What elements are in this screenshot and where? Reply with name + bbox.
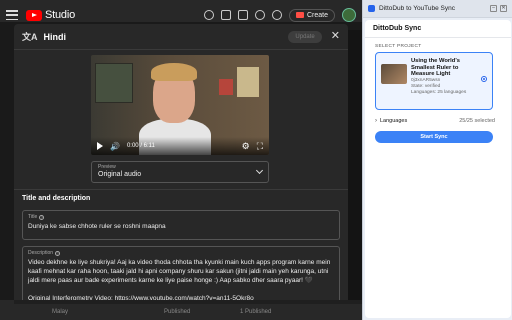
title-field-value[interactable]: Duniya ke sabse chhote ruler se roshni m… [28,222,334,231]
video-poster [237,67,259,97]
close-window-icon[interactable]: ✕ [500,5,507,12]
translation-dialog: 文A Hindi Update ✕ 🔊 0:00 / 6:11 ⚙ ⛶ Prev… [14,24,348,300]
project-thumbnail [381,64,407,84]
video-player[interactable]: 🔊 0:00 / 6:11 ⚙ ⛶ [91,55,269,155]
studio-footer-row: Malay Published 1 Published [0,304,362,320]
fullscreen-icon[interactable]: ⛶ [257,141,263,152]
languages-row[interactable]: › Languages 25/25 selected [375,116,495,126]
section-title: Title and description [22,195,91,202]
project-languages: Languages: 25 languages [411,89,467,95]
close-icon[interactable]: ✕ [331,31,340,42]
create-button-label: Create [306,11,328,19]
section-divider [14,189,348,190]
project-radio[interactable] [481,76,487,82]
extension-header: DittoDub Sync [365,20,511,38]
avatar[interactable] [342,8,356,22]
volume-icon[interactable]: 🔊 [110,142,120,151]
youtube-logo-icon [26,9,42,21]
gear-icon[interactable]: ⚙ [242,141,250,152]
description-field-label-row: Description ? [28,250,334,256]
extension-titlebar: DittoDub to YouTube Sync – ✕ [363,0,512,18]
footer-published: 1 Published [240,309,272,315]
video-controls: 🔊 0:00 / 6:11 ⚙ ⛶ [91,137,269,155]
preview-label: Preview [98,164,116,170]
video-shelf [95,63,133,103]
dialog-title: Hindi [43,31,67,42]
help-icon[interactable]: ? [39,214,45,220]
help-icon[interactable]: ? [55,250,61,256]
description-field[interactable]: Description ? Video dekhne ke liye shukr… [22,246,340,300]
feedback-icon[interactable] [220,10,231,20]
title-field-label-row: Title ? [28,214,334,220]
extension-window-title: DittoDub to YouTube Sync [379,5,456,12]
project-title: Using the World's Smallest Ruler to Meas… [411,58,460,77]
title-field-label: Title [28,214,38,220]
studio-logo-text: Studio [45,9,75,21]
camera-icon [295,12,304,18]
video-time: 0:00 / 6:11 [126,143,155,149]
dialog-header: 文A Hindi Update ✕ [14,24,348,50]
create-button[interactable]: Create [288,8,335,22]
extension-window: DittoDub to YouTube Sync – ✕ DittoDub Sy… [362,0,512,320]
description-field-value[interactable]: Video dekhne ke liye shukriya! Aaj ka vi… [28,258,334,300]
description-field-label: Description [28,250,54,256]
title-field[interactable]: Title ? Duniya ke sabse chhote ruler se … [22,210,340,240]
video-person-hair [151,63,197,81]
video-poster-small [219,79,233,95]
update-button[interactable]: Update [288,30,322,43]
languages-count: 25/25 selected [459,118,495,124]
preview-select[interactable]: Preview Original audio [91,161,269,183]
sparkle-icon[interactable] [271,10,282,20]
dialog-body: 🔊 0:00 / 6:11 ⚙ ⛶ Preview Original audio… [14,50,348,300]
help-icon[interactable] [254,10,265,20]
languages-label: Languages [380,118,408,124]
dittodub-icon [368,5,375,12]
search-icon[interactable] [203,10,214,20]
chevron-right-icon: › [375,118,377,124]
footer-language: Malay [52,309,69,315]
select-project-label: SELECT PROJECT [375,44,422,49]
project-info: Using the World's Smallest Ruler to Meas… [411,58,477,104]
project-card[interactable]: Using the World's Smallest Ruler to Meas… [375,52,493,110]
start-sync-button[interactable]: Start Sync [375,131,493,143]
play-icon[interactable] [97,142,103,150]
studio-logo[interactable]: Studio [26,9,75,21]
preview-value: Original audio [98,171,142,178]
notes-icon[interactable] [237,10,248,20]
extension-panel: DittoDub Sync SELECT PROJECT Using the W… [365,20,511,318]
window-controls: – ✕ [490,5,507,12]
translate-icon: 文A [22,32,38,42]
minimize-icon[interactable]: – [490,5,497,12]
footer-status: Published [164,309,191,315]
menu-icon[interactable] [6,10,18,20]
